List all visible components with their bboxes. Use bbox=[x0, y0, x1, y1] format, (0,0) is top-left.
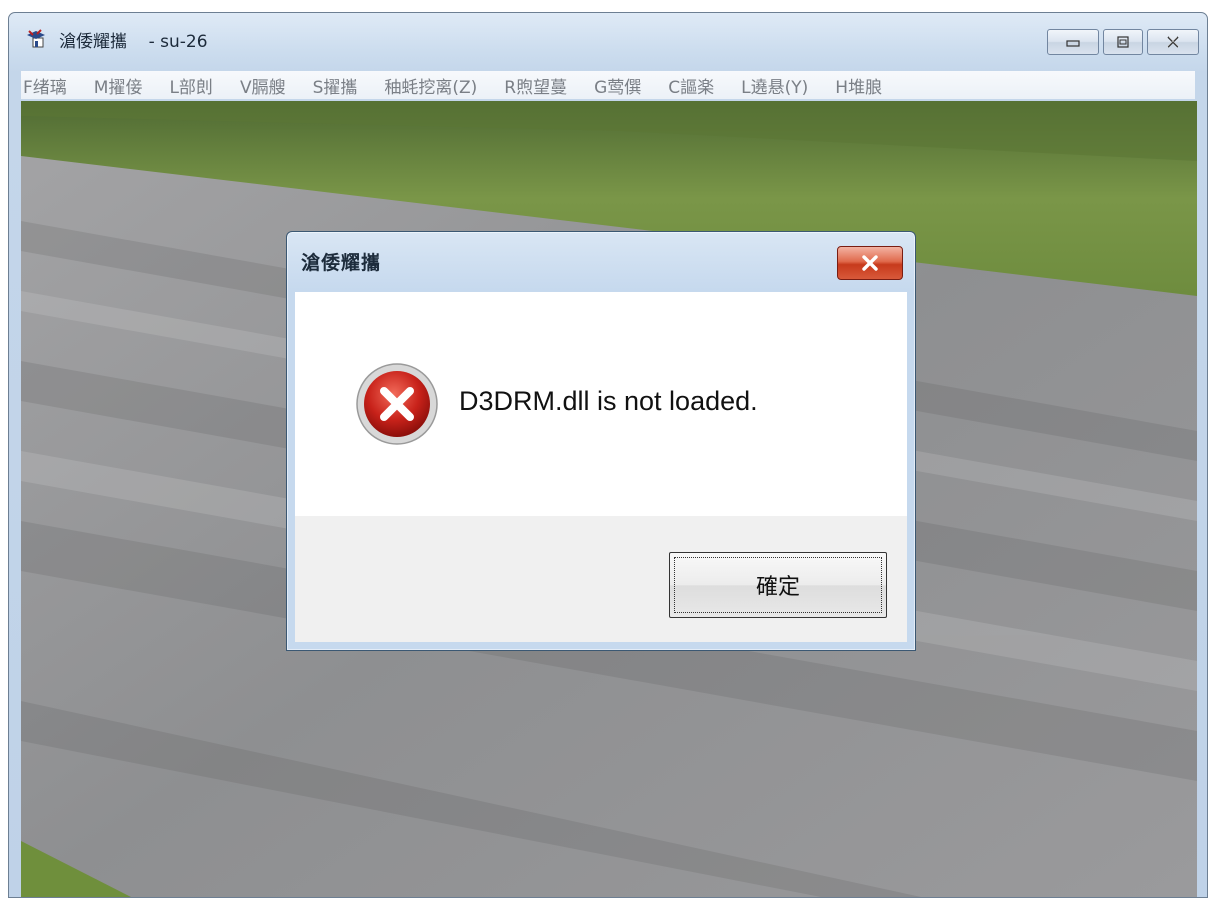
dialog-body: D3DRM.dll is not loaded. bbox=[295, 292, 907, 516]
window-title: 滄倭耀攜 - su-26 bbox=[59, 32, 208, 52]
menu-item-8[interactable]: C謳楽 bbox=[668, 73, 714, 98]
close-icon bbox=[1166, 36, 1180, 48]
menu-item-10[interactable]: H堆朖 bbox=[835, 73, 882, 98]
menu-item-3[interactable]: V膈艘 bbox=[240, 73, 286, 98]
menu-item-6[interactable]: R煦望蔓 bbox=[504, 73, 567, 98]
menu-item-4[interactable]: S擢攜 bbox=[313, 73, 358, 98]
app-icon bbox=[27, 29, 45, 48]
error-icon bbox=[356, 363, 438, 445]
focus-rect bbox=[674, 557, 882, 613]
menu-item-9[interactable]: L遶悬(Y) bbox=[741, 73, 808, 98]
ok-button[interactable]: 確定 bbox=[669, 552, 887, 618]
error-message: D3DRM.dll is not loaded. bbox=[459, 386, 758, 416]
minimize-icon bbox=[1066, 40, 1080, 47]
title-bar[interactable]: 滄倭耀攜 - su-26 bbox=[9, 13, 1207, 61]
menu-item-7[interactable]: G莺僎 bbox=[594, 73, 641, 98]
menu-item-0[interactable]: F绪璃 bbox=[23, 73, 67, 98]
maximize-button[interactable] bbox=[1103, 29, 1143, 55]
minimize-button[interactable] bbox=[1047, 29, 1099, 55]
close-button[interactable] bbox=[1147, 29, 1199, 55]
close-icon bbox=[862, 255, 878, 271]
maximize-icon bbox=[1117, 36, 1129, 48]
dialog-footer: 確定 bbox=[295, 516, 907, 642]
dialog-close-button[interactable] bbox=[837, 246, 903, 280]
menu-item-2[interactable]: L部剆 bbox=[169, 73, 212, 98]
menu-item-1[interactable]: M擢倿 bbox=[94, 73, 143, 98]
dialog-title: 滄倭耀攜 bbox=[301, 252, 382, 274]
app-window: 滄倭耀攜 - su-26 F绪璃 M擢倿 L部剆 V膈艘 S擢攜 秞蚝挖离(Z) R煦望蔓 G… bbox=[8, 12, 1208, 898]
menu-item-5[interactable]: 秞蚝挖离(Z) bbox=[384, 73, 477, 98]
menu-bar: F绪璃 M擢倿 L部剆 V膈艘 S擢攜 秞蚝挖离(Z) R煦望蔓 G莺僎 C謳楽 L遶悬(Y) H堆… bbox=[21, 71, 1195, 99]
error-dialog: 滄倭耀攜 D3DRM.dll is not loaded. 確定 bbox=[286, 231, 916, 651]
